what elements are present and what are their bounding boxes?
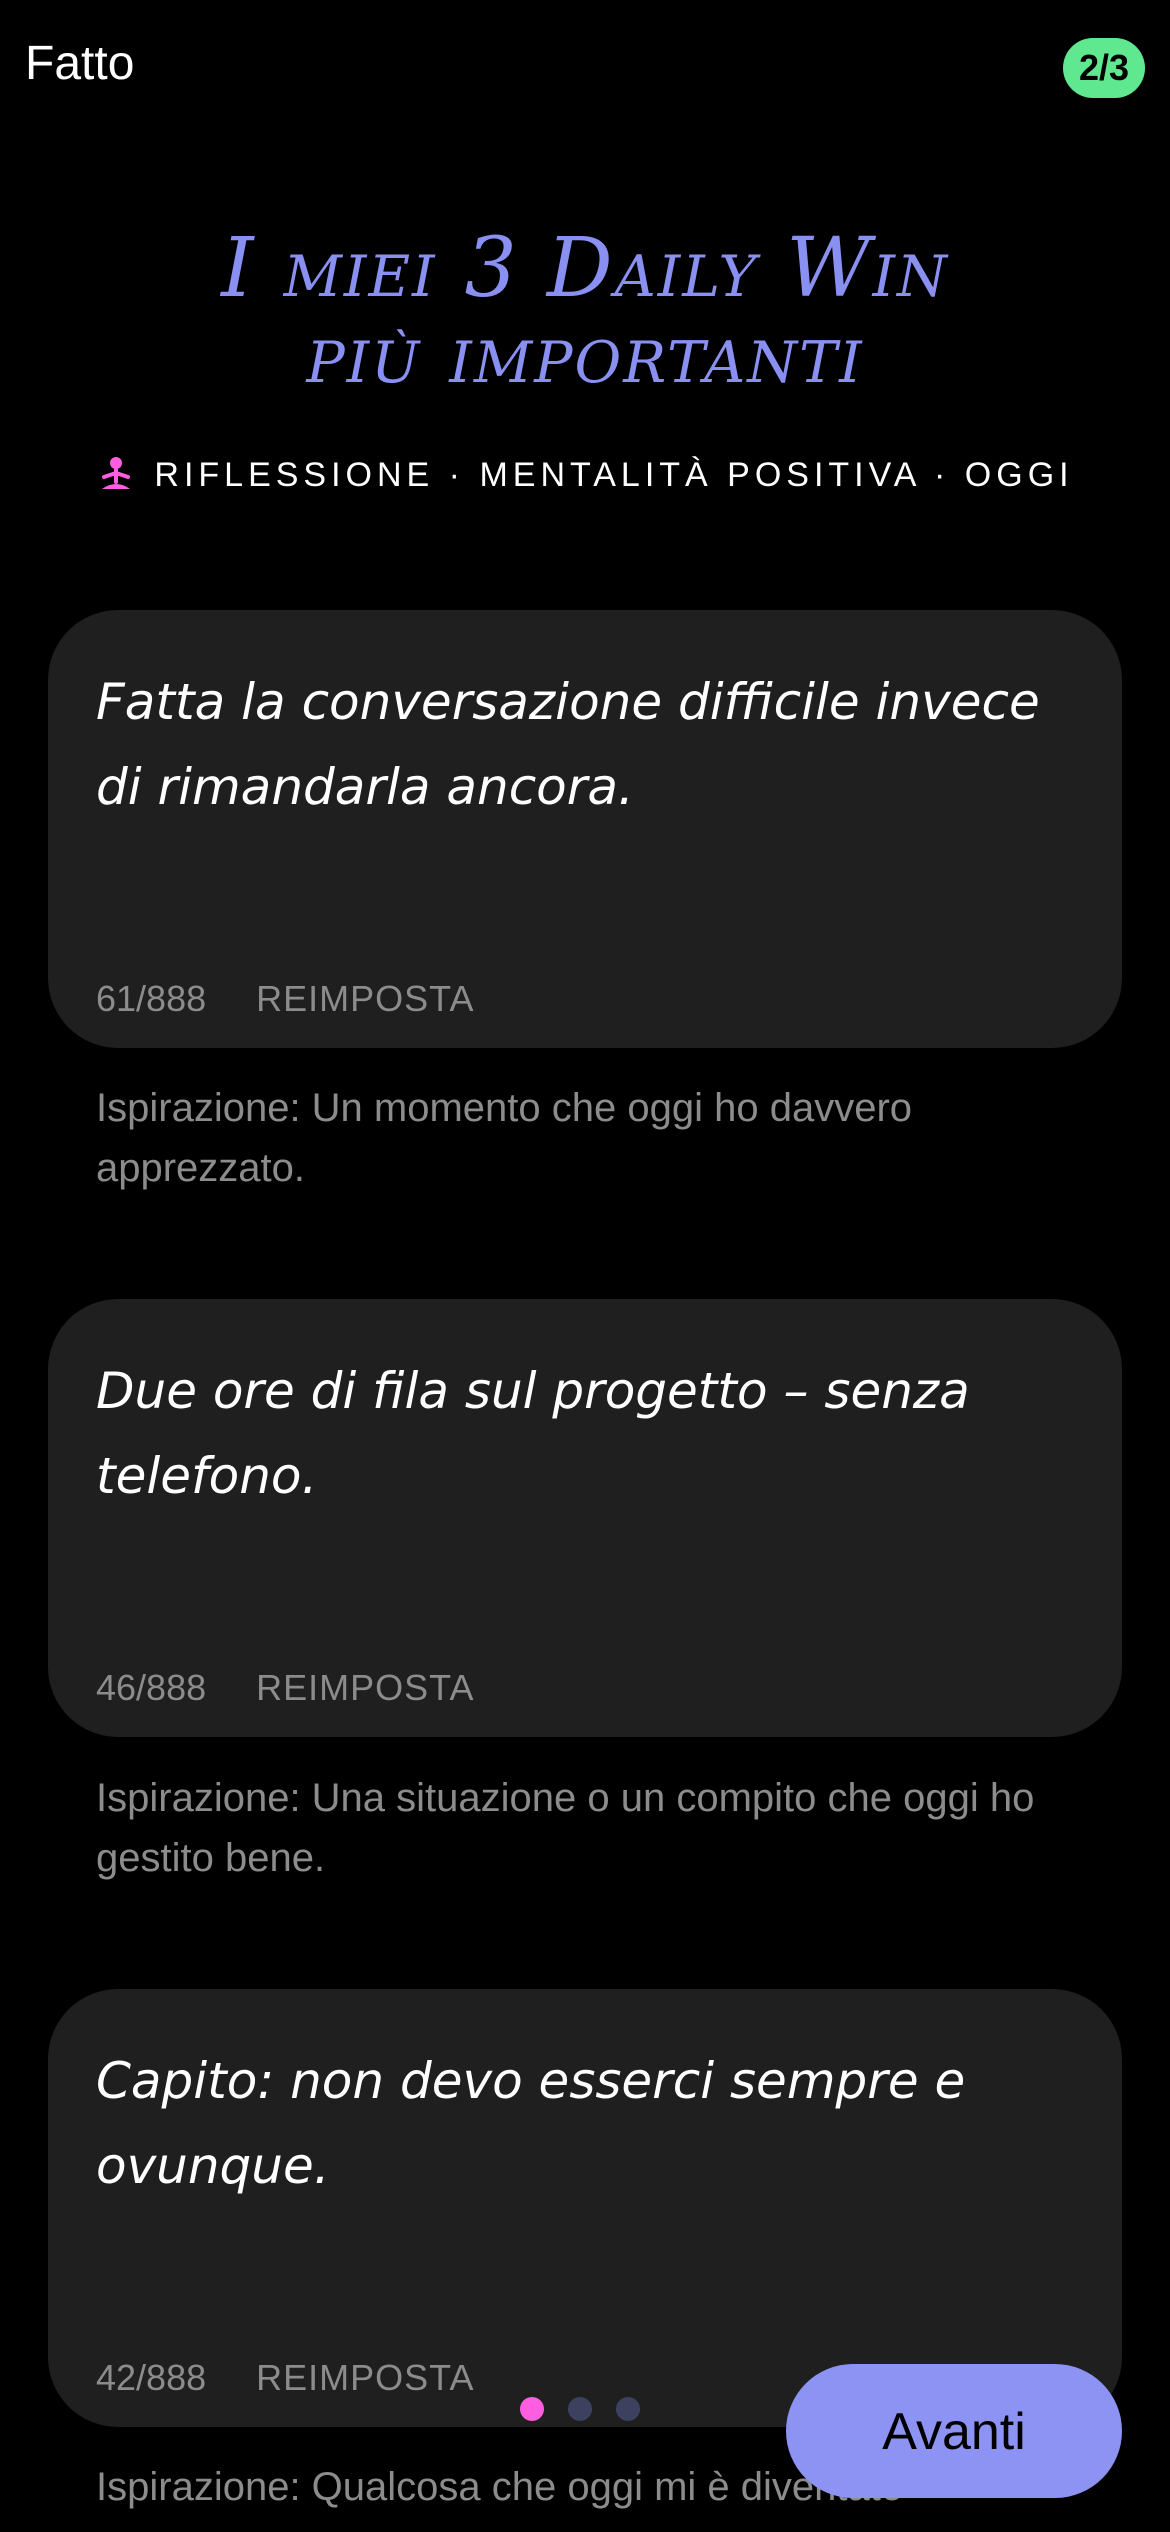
- inspiration-hint-1: Ispirazione: Un momento che oggi ho davv…: [96, 1086, 913, 1190]
- win-entry-card-1[interactable]: Fatta la conversazione difficile invece …: [48, 610, 1122, 1048]
- reset-button[interactable]: REIMPOSTA: [256, 2357, 474, 2399]
- daily-wins-screen: Fatto 2/3 I miei 3 Daily Win più importa…: [0, 0, 1170, 2532]
- win-entry-card-3[interactable]: Capito: non devo esserci sempre e ovunqu…: [48, 1989, 1122, 2427]
- reset-button[interactable]: REIMPOSTA: [256, 1667, 474, 1709]
- meditation-icon: [102, 457, 131, 489]
- card-footer: 61/888 REIMPOSTA: [96, 978, 474, 1020]
- step-badge: 2/3: [1063, 38, 1145, 98]
- character-counter: 46/888: [96, 1667, 207, 1708]
- category-subtitle: RIFLESSIONE · MENTALITÀ POSITIVA · OGGI: [0, 455, 1170, 495]
- win-entry-text[interactable]: Capito: non devo esserci sempre e ovunqu…: [96, 2039, 1086, 2209]
- win-entry-text[interactable]: Fatta la conversazione difficile invece …: [96, 660, 1086, 830]
- subtitle-text: RIFLESSIONE · MENTALITÀ POSITIVA · OGGI: [154, 455, 1074, 494]
- page-dot-2[interactable]: [568, 2397, 592, 2421]
- character-counter: 42/888: [96, 2357, 207, 2398]
- next-button[interactable]: Avanti: [786, 2364, 1122, 2498]
- done-button[interactable]: Fatto: [25, 36, 134, 91]
- page-dot-1[interactable]: [520, 2397, 544, 2421]
- inspiration-hint-2: Ispirazione: Una situazione o un compito…: [96, 1776, 1035, 1880]
- card-footer: 42/888 REIMPOSTA: [96, 2357, 474, 2399]
- win-entry-text[interactable]: Due ore di fila sul progetto – senza tel…: [96, 1349, 1086, 1519]
- page-title-line-1: I miei 3 Daily Win: [221, 221, 949, 316]
- card-footer: 46/888 REIMPOSTA: [96, 1667, 474, 1709]
- character-counter: 61/888: [96, 978, 207, 1019]
- page-title: I miei 3 Daily Win più importanti: [0, 226, 1170, 398]
- page-title-line-2: più importanti: [306, 307, 864, 402]
- win-entry-card-2[interactable]: Due ore di fila sul progetto – senza tel…: [48, 1299, 1122, 1737]
- reset-button[interactable]: REIMPOSTA: [256, 978, 474, 1020]
- page-indicator: [520, 2397, 640, 2421]
- page-dot-3[interactable]: [616, 2397, 640, 2421]
- top-bar: Fatto 2/3: [0, 0, 1170, 140]
